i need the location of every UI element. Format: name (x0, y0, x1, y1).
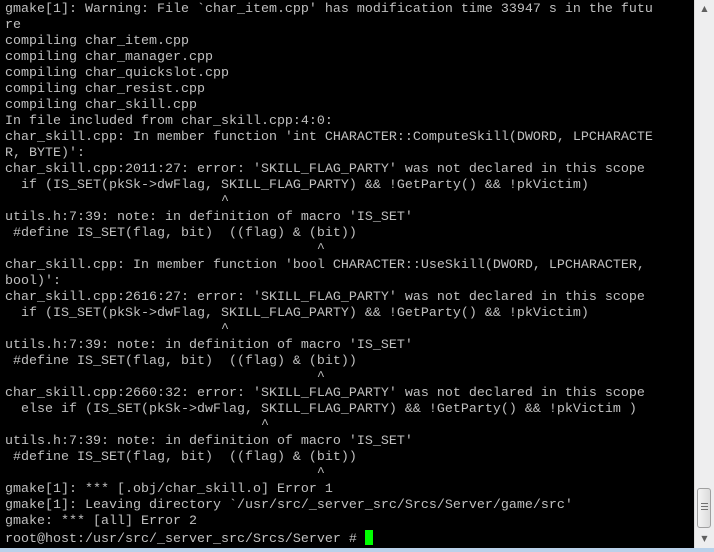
terminal-line: if (IS_SET(pkSk->dwFlag, SKILL_FLAG_PART… (5, 306, 589, 321)
terminal-output[interactable]: gmake[1]: Warning: File `char_item.cpp' … (0, 0, 694, 548)
terminal-line: compiling char_item.cpp (5, 34, 189, 49)
terminal-line: gmake[1]: *** [.obj/char_skill.o] Error … (5, 482, 333, 497)
terminal-line: else if (IS_SET(pkSk->dwFlag, SKILL_FLAG… (5, 402, 637, 417)
terminal-line: char_skill.cpp:2011:27: error: 'SKILL_FL… (5, 162, 645, 177)
terminal-line: #define IS_SET(flag, bit) ((flag) & (bit… (5, 226, 357, 241)
terminal-line: utils.h:7:39: note: in definition of mac… (5, 210, 413, 225)
terminal-line: gmake[1]: Leaving directory `/usr/src/_s… (5, 498, 573, 513)
terminal-line: #define IS_SET(flag, bit) ((flag) & (bit… (5, 354, 357, 369)
terminal-line: ^ (5, 466, 325, 481)
terminal-line: char_skill.cpp: In member function 'int … (5, 130, 653, 145)
scroll-down-icon[interactable]: ▼ (695, 530, 714, 547)
terminal-line: utils.h:7:39: note: in definition of mac… (5, 434, 413, 449)
terminal-line: gmake[1]: Warning: File `char_item.cpp' … (5, 2, 653, 17)
terminal-line: ^ (5, 194, 229, 209)
terminal-line: compiling char_skill.cpp (5, 98, 197, 113)
terminal-line: gmake: *** [all] Error 2 (5, 514, 197, 529)
terminal-line: ^ (5, 370, 325, 385)
terminal-line: if (IS_SET(pkSk->dwFlag, SKILL_FLAG_PART… (5, 178, 589, 193)
terminal-line: char_skill.cpp:2616:27: error: 'SKILL_FL… (5, 290, 645, 305)
terminal-line: re (5, 18, 21, 33)
terminal-line: compiling char_quickslot.cpp (5, 66, 229, 81)
terminal-line: bool)': (5, 274, 61, 289)
grip-icon (701, 503, 708, 512)
terminal-line: In file included from char_skill.cpp:4:0… (5, 114, 333, 129)
terminal-line: ^ (5, 242, 325, 257)
vertical-scrollbar[interactable]: ▲ ▼ (694, 0, 714, 548)
shell-prompt: root@host:/usr/src/_server_src/Srcs/Serv… (5, 532, 365, 547)
terminal-line: char_skill.cpp:2660:32: error: 'SKILL_FL… (5, 386, 645, 401)
terminal-line: utils.h:7:39: note: in definition of mac… (5, 338, 413, 353)
terminal-line: compiling char_resist.cpp (5, 82, 205, 97)
terminal-lines: gmake[1]: Warning: File `char_item.cpp' … (5, 2, 653, 547)
terminal-line: R, BYTE)': (5, 146, 85, 161)
scroll-up-icon[interactable]: ▲ (695, 0, 714, 17)
terminal-line: char_skill.cpp: In member function 'bool… (5, 258, 645, 273)
window-border (0, 548, 714, 552)
terminal-line: ^ (5, 418, 269, 433)
terminal-line: compiling char_manager.cpp (5, 50, 213, 65)
text-cursor (364, 530, 373, 545)
prompt-line[interactable]: root@host:/usr/src/_server_src/Srcs/Serv… (5, 530, 653, 547)
terminal-line: ^ (5, 322, 229, 337)
terminal-line: #define IS_SET(flag, bit) ((flag) & (bit… (5, 450, 357, 465)
scrollbar-thumb[interactable] (697, 488, 711, 528)
